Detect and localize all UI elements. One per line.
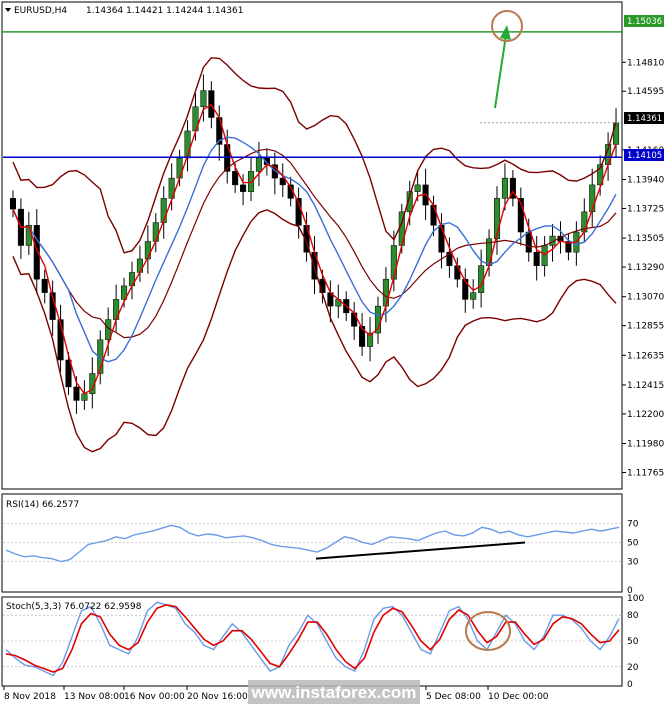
- candle-body: [152, 222, 159, 242]
- candle-body: [208, 90, 215, 118]
- price-axis-label: 1.12635: [627, 351, 664, 361]
- time-axis-label: 8 Nov 2018: [4, 692, 56, 702]
- candle-body: [533, 251, 540, 266]
- time-axis-label: 5 Dec 08:00: [426, 692, 481, 702]
- candle-body: [430, 204, 437, 226]
- stoch-axis-label: 80: [627, 611, 639, 621]
- quote-values: 1.14364 1.14421 1.14244 1.14361: [86, 6, 243, 16]
- price-axis-label: 1.12415: [627, 381, 664, 391]
- candle-body: [541, 245, 548, 266]
- price-axis-label: 1.11765: [627, 469, 664, 479]
- stoch-label: Stoch(5,3,3) 76.0722 62.9598: [6, 602, 142, 612]
- symbol-label: EURUSD,H4: [14, 6, 67, 16]
- candle-body: [136, 258, 143, 273]
- candle-body: [454, 265, 461, 280]
- time-axis-label: 13 Nov 08:00: [64, 692, 125, 702]
- watermark-text: www.instaforex.com: [251, 683, 417, 702]
- candle-body: [438, 225, 445, 253]
- price-axis-label: 1.14595: [627, 87, 664, 97]
- candle-body: [382, 278, 389, 307]
- candle-body: [255, 157, 262, 172]
- price-axis-label: 1.12200: [627, 410, 664, 420]
- resistance-price-label: 1.15036: [627, 17, 662, 27]
- price-axis-label: 1.13290: [627, 263, 664, 273]
- candle-body: [240, 184, 247, 192]
- stoch-axis-label: 100: [627, 594, 644, 604]
- support-price-tag: 1.14105: [624, 149, 664, 161]
- candle-body: [176, 157, 183, 179]
- price-axis-label: 1.13940: [627, 175, 664, 185]
- candle-body: [613, 122, 620, 145]
- time-axis-label: 20 Nov 16:00: [187, 692, 248, 702]
- support-price-label: 1.14105: [627, 151, 662, 161]
- price-axis-label: 1.13725: [627, 204, 664, 214]
- candle-body: [9, 198, 16, 210]
- price-axis-label: 1.13505: [627, 234, 664, 244]
- candle-body: [501, 177, 508, 199]
- candle-body: [414, 184, 421, 192]
- rsi-axis-label: 70: [627, 520, 639, 530]
- current-price-tag: 1.14361: [624, 112, 664, 124]
- trading-chart[interactable]: 1.148101.145951.141601.139401.137251.135…: [0, 0, 665, 707]
- time-axis-label: 10 Dec 00:00: [488, 692, 549, 702]
- candle-body: [81, 393, 88, 401]
- rsi-axis-label: 50: [627, 539, 639, 549]
- time-axis-label: 16 Nov 00:00: [124, 692, 185, 702]
- price-axis-label: 1.12855: [627, 322, 664, 332]
- stoch-axis-label: 0: [627, 680, 633, 690]
- candle-body: [41, 278, 48, 293]
- candle-body: [351, 312, 358, 327]
- stoch-axis-label: 20: [627, 663, 639, 673]
- stoch-axis-label: 50: [627, 637, 639, 647]
- candle-body: [390, 245, 397, 280]
- resistance-price-tag: 1.15036: [624, 15, 664, 27]
- price-axis-label: 1.11980: [627, 440, 664, 450]
- rsi-axis-label: 30: [627, 558, 639, 568]
- price-axis-label: 1.13070: [627, 293, 664, 303]
- watermark: www.instaforex.com: [248, 680, 420, 704]
- price-axis-label: 1.14810: [627, 58, 664, 68]
- candle-body: [33, 225, 40, 280]
- rsi-label: RSI(14) 66.2577: [6, 500, 79, 510]
- candle-body: [232, 171, 239, 186]
- candle-body: [73, 386, 80, 401]
- current-price-label: 1.14361: [627, 114, 662, 124]
- candle-body: [470, 292, 477, 300]
- candle-body: [200, 90, 207, 107]
- candle-body: [247, 171, 255, 192]
